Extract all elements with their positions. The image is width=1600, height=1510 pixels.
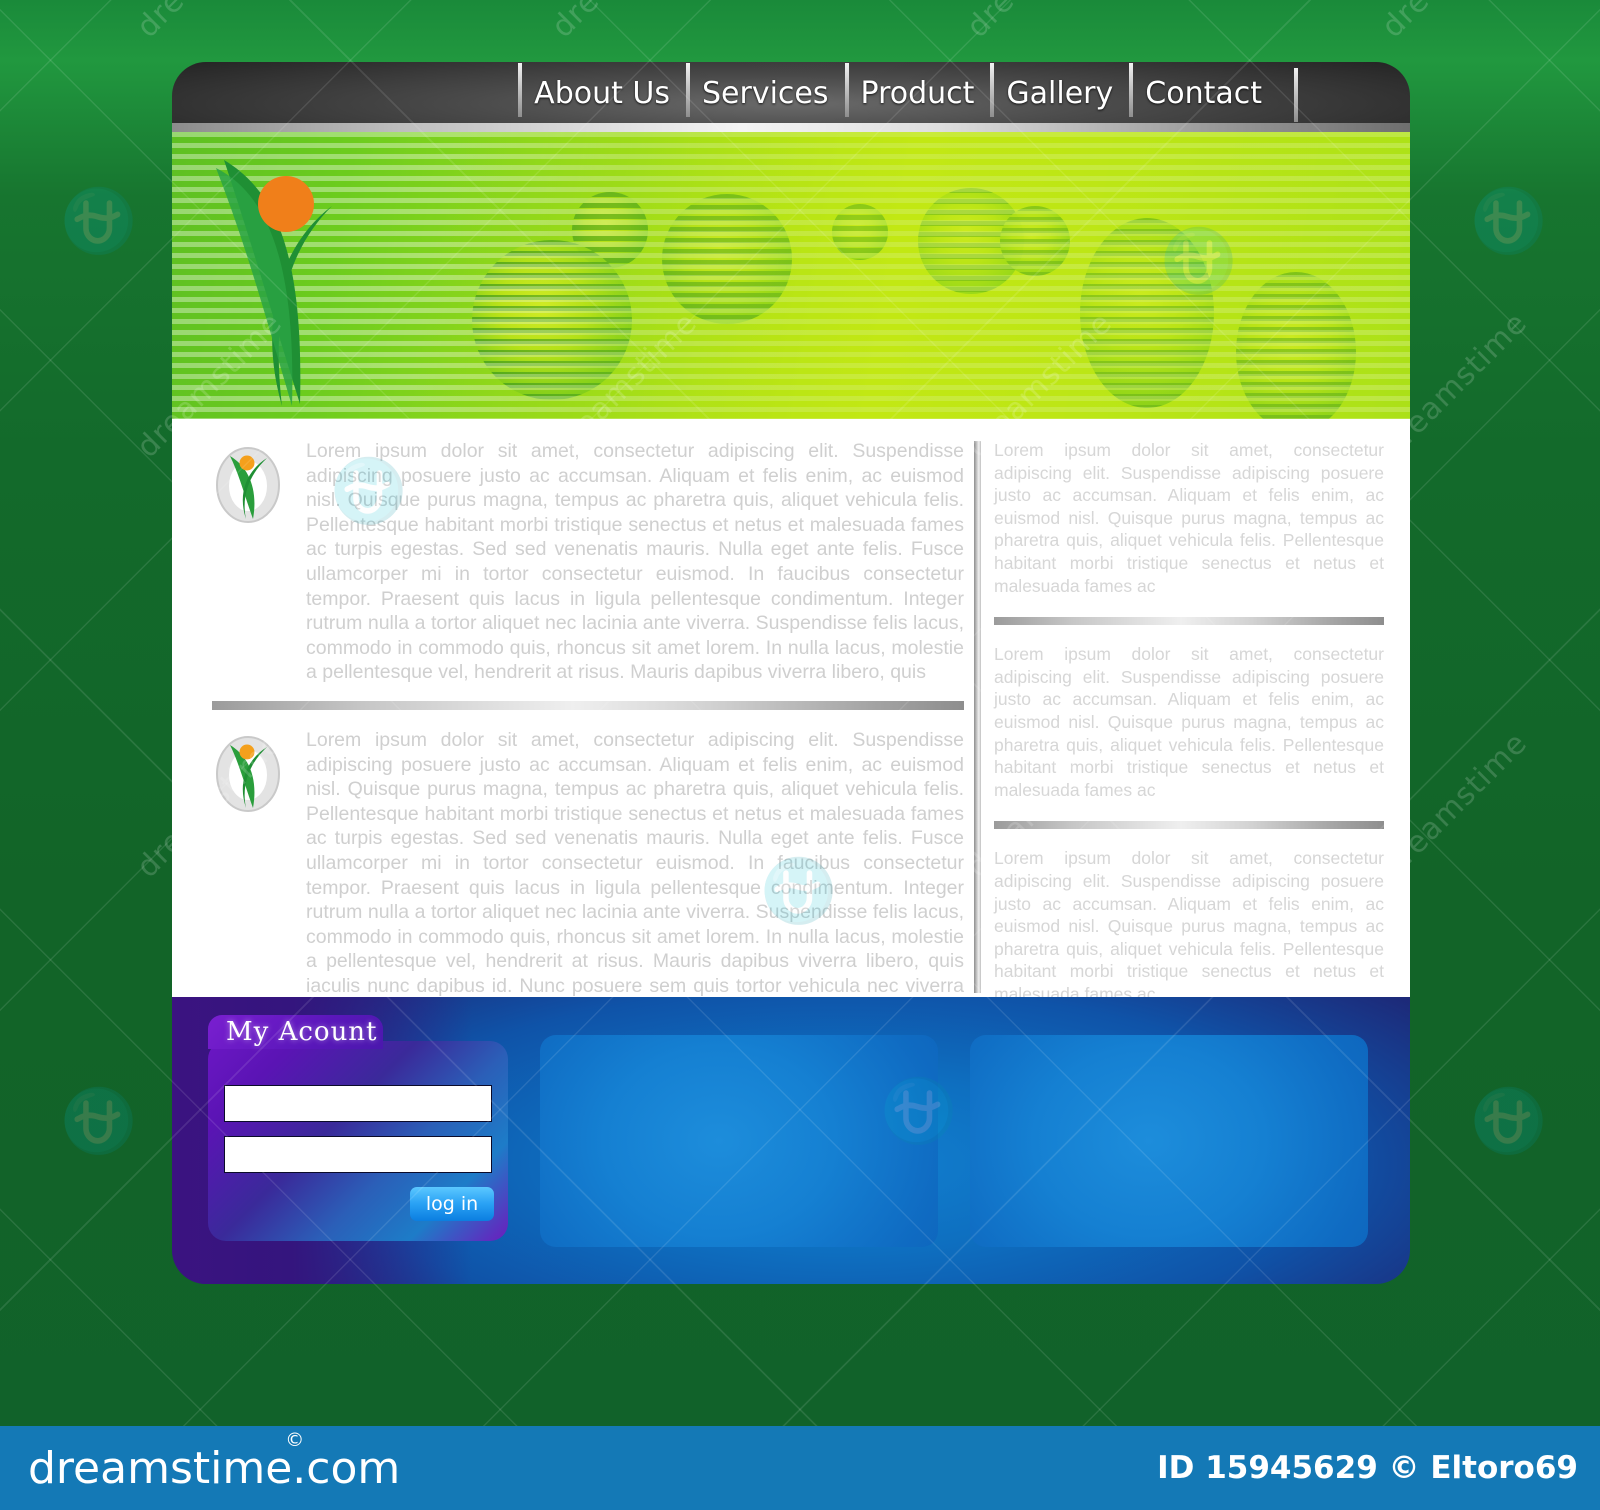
banner-circle-3 [662, 194, 792, 324]
watermark-text: dreamstime [1375, 0, 1534, 45]
nav-item-product[interactable]: Product [844, 63, 991, 117]
banner-circle-6 [1000, 206, 1070, 276]
watermark-spiral-icon: ⛎ [1470, 1084, 1548, 1157]
watermark-spiral-icon: ⛎ [60, 1084, 138, 1157]
my-account-login-box: My Acount log in [208, 1014, 508, 1241]
runner-badge-icon [216, 447, 280, 523]
watermark-text: dreamstime [960, 0, 1119, 45]
screenshot-root: About Us Services Product Gallery Contac… [0, 0, 1600, 1510]
nav-label: Gallery [1006, 76, 1114, 111]
watermark-text: dreamstime [545, 0, 704, 45]
banner-circle-8 [1236, 272, 1356, 419]
nav-label: Contact [1145, 76, 1262, 111]
sidebar-block-text: Lorem ipsum dolor sit amet, consectetur … [994, 440, 1384, 596]
hero-banner [172, 132, 1410, 419]
content-area: Lorem ipsum dolor sit amet, consectetur … [172, 419, 1410, 1208]
sidebar-divider [994, 821, 1384, 830]
footer-panel-left[interactable] [540, 1034, 938, 1247]
banner-circle-4 [832, 204, 888, 260]
sidebar-column: Lorem ipsum dolor sit amet, consectetur … [964, 439, 1384, 1208]
footer-panel-right[interactable] [970, 1034, 1368, 1247]
runner-logo-icon [216, 160, 332, 406]
top-navigation-bar: About Us Services Product Gallery Contac… [172, 62, 1410, 132]
nav-item-about-us[interactable]: About Us [518, 63, 686, 117]
content-divider [212, 700, 964, 710]
sidebar-block-text: Lorem ipsum dolor sit amet, consectetur … [994, 644, 1384, 800]
password-input[interactable] [224, 1135, 492, 1173]
nav-label: Product [860, 76, 975, 111]
nav-label: About Us [534, 76, 670, 111]
main-column: Lorem ipsum dolor sit amet, consectetur … [194, 439, 964, 1046]
content-block-text: Lorem ipsum dolor sit amet, consectetur … [306, 440, 964, 684]
banner-circle-2 [472, 240, 632, 400]
dreamstime-tld: .com [292, 1442, 401, 1494]
dreamstime-brand: dreamstime [28, 1442, 293, 1494]
nav-item-services[interactable]: Services [686, 63, 845, 117]
nav-separator-end [1294, 68, 1298, 122]
registered-mark: © [285, 1428, 305, 1451]
account-title: My Acount [226, 1016, 378, 1047]
content-block-icon [212, 439, 290, 685]
sidebar-block-text: Lorem ipsum dolor sit amet, consectetur … [994, 848, 1384, 1004]
login-button[interactable]: log in [410, 1186, 494, 1221]
watermark-text: dreamstime [130, 0, 289, 45]
dreamstime-logo: © dreamstime.com [28, 1429, 401, 1494]
banner-circle-7 [1080, 218, 1214, 408]
content-block: Lorem ipsum dolor sit amet, consectetur … [212, 439, 964, 685]
image-id-credit: ID 15945629 © Eltoro69 [1157, 1450, 1578, 1486]
nav-label: Services [702, 76, 829, 111]
runner-badge-icon [216, 735, 280, 812]
website-mockup-card: About Us Services Product Gallery Contac… [172, 62, 1410, 1284]
watermark-spiral-icon: ⛎ [1470, 184, 1548, 257]
watermark-spiral-icon: ⛎ [60, 184, 138, 257]
footer-area: My Acount log in [172, 997, 1410, 1284]
username-input[interactable] [224, 1084, 492, 1122]
banner-stripes-overlay [172, 132, 1410, 419]
banner-gradient-overlay [172, 132, 1410, 419]
nav-item-gallery[interactable]: Gallery [990, 63, 1129, 117]
sidebar-divider [994, 617, 1384, 626]
nav-item-contact[interactable]: Contact [1129, 63, 1278, 117]
dreamstime-footer-bar: © dreamstime.com ID 15945629 © Eltoro69 [0, 1426, 1600, 1510]
